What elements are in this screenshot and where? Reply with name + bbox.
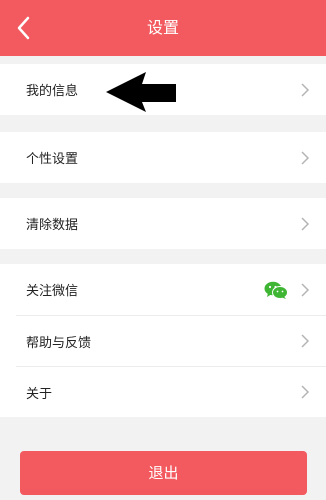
top-bar: 设置 <box>0 0 326 56</box>
chevron-right-icon <box>301 334 310 348</box>
settings-item-about[interactable]: 关于 <box>16 366 326 417</box>
settings-group-data: 清除数据 <box>0 198 326 249</box>
logout-button[interactable]: 退出 <box>20 451 307 495</box>
chevron-right-icon <box>301 82 310 97</box>
settings-item-clear-data[interactable]: 清除数据 <box>0 198 326 249</box>
settings-item-label: 关注微信 <box>26 284 79 299</box>
chevron-right-icon <box>301 150 310 165</box>
chevron-right-icon <box>301 385 310 399</box>
settings-item-label: 我的信息 <box>26 84 79 99</box>
settings-item-label: 清除数据 <box>26 218 79 233</box>
settings-item-label: 帮助与反馈 <box>26 335 92 351</box>
chevron-right-icon <box>301 216 310 231</box>
settings-group-about: 关注微信 帮助与反馈 关于 <box>0 264 326 417</box>
settings-item-follow-wechat[interactable]: 关注微信 <box>0 264 326 315</box>
settings-item-help-feedback[interactable]: 帮助与反馈 <box>16 315 326 366</box>
page-title: 设置 <box>146 18 179 37</box>
settings-item-personalization[interactable]: 个性设置 <box>0 132 326 183</box>
chevron-right-icon <box>301 282 310 297</box>
arrow-left-icon <box>106 72 176 112</box>
wechat-icon <box>264 281 288 299</box>
settings-item-label: 个性设置 <box>26 152 79 167</box>
settings-group-preferences: 个性设置 <box>0 132 326 183</box>
settings-item-label: 关于 <box>26 386 53 402</box>
